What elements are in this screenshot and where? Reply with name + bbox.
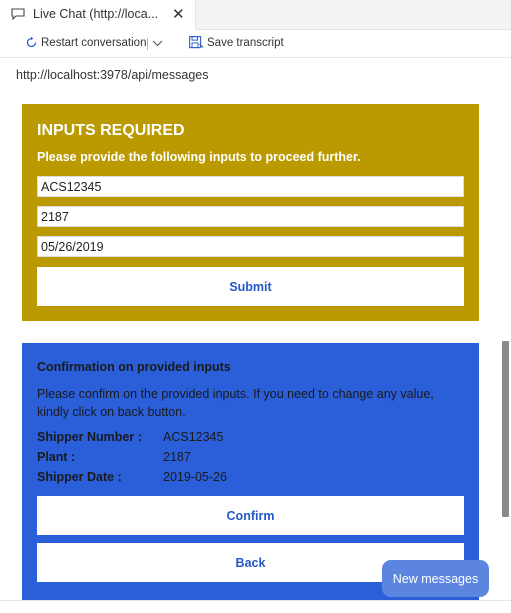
fact-value: ACS12345 bbox=[163, 430, 224, 444]
fact-key: Shipper Date : bbox=[37, 470, 122, 484]
new-messages-button[interactable]: New messages bbox=[382, 560, 489, 597]
fact-value: 2019-05-26 bbox=[163, 470, 227, 484]
save-transcript-label: Save transcript bbox=[207, 36, 284, 49]
card-title: INPUTS REQUIRED bbox=[37, 122, 185, 139]
save-icon bbox=[189, 36, 204, 49]
restart-conversation-label: Restart conversation bbox=[41, 36, 147, 49]
chat-input-area bbox=[0, 600, 511, 613]
endpoint-url: http://localhost:3978/api/messages bbox=[16, 68, 209, 82]
chevron-down-icon bbox=[152, 40, 163, 47]
plant-input[interactable] bbox=[37, 206, 464, 227]
tab-live-chat[interactable]: Live Chat (http://loca... ✕ bbox=[0, 0, 196, 30]
refresh-icon bbox=[26, 36, 37, 48]
fact-key: Shipper Number : bbox=[37, 430, 142, 444]
restart-conversation-button[interactable]: Restart conversation bbox=[25, 36, 146, 49]
submit-button[interactable]: Submit bbox=[37, 267, 464, 306]
tab-title: Live Chat (http://loca... bbox=[33, 7, 159, 21]
inputs-required-card: INPUTS REQUIRED Please provide the follo… bbox=[22, 104, 479, 321]
toolbar-divider bbox=[147, 38, 148, 50]
scrollbar-thumb[interactable] bbox=[502, 341, 509, 517]
save-transcript-button[interactable]: Save transcript bbox=[189, 36, 284, 49]
restart-options-dropdown[interactable] bbox=[152, 36, 163, 55]
tab-strip: Live Chat (http://loca... ✕ bbox=[0, 0, 511, 30]
confirm-button[interactable]: Confirm bbox=[37, 496, 464, 535]
shipper-date-input[interactable] bbox=[37, 236, 464, 257]
fact-key: Plant : bbox=[37, 450, 76, 464]
close-icon[interactable]: ✕ bbox=[172, 5, 185, 23]
toolbar: Restart conversation Save transcript bbox=[0, 30, 511, 58]
card-description: Please confirm on the provided inputs. I… bbox=[37, 387, 434, 419]
shipper-number-input[interactable] bbox=[37, 176, 464, 197]
fact-value: 2187 bbox=[163, 450, 191, 464]
card-title: Confirmation on provided inputs bbox=[37, 360, 231, 374]
card-subtitle: Please provide the following inputs to p… bbox=[37, 150, 361, 164]
chat-bubble-icon bbox=[11, 8, 25, 20]
